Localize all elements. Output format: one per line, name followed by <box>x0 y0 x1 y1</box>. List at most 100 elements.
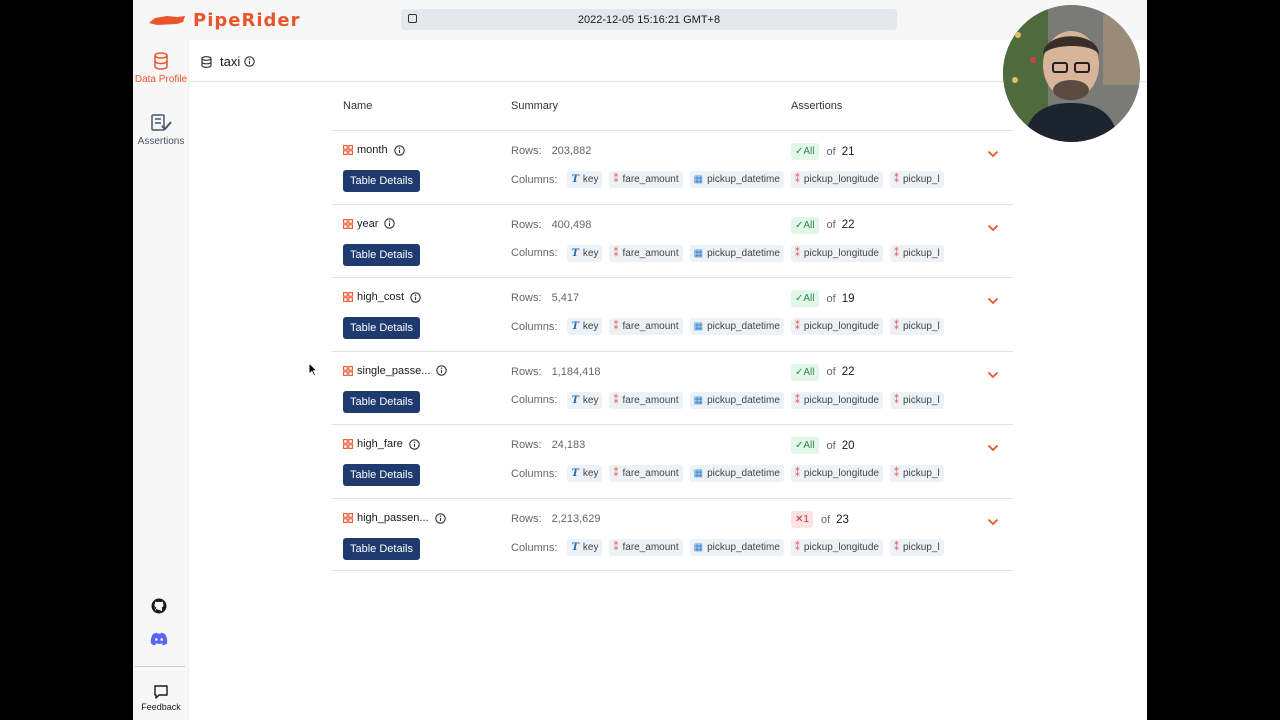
column-chip[interactable]: ⁑ fare_amount <box>609 465 683 483</box>
expand-toggle[interactable] <box>987 513 999 531</box>
rows-value: 5,417 <box>551 292 580 305</box>
column-chip[interactable]: ▦ pickup_datetime <box>689 391 784 409</box>
numeric-type-icon: ⁑ <box>794 468 800 480</box>
column-list: Columns: Tkey ⁑ fare_amount ▦ pickup_datetime… <box>511 465 951 483</box>
column-list: Columns: Tkey ⁑ fare_amount ▦ pickup_datetime… <box>511 171 951 188</box>
logo[interactable]: PipeRider <box>147 8 300 32</box>
column-list: Columns: Tkey ⁑ fare_amount ▦ pickup_datetime… <box>511 244 951 262</box>
expand-toggle[interactable] <box>987 366 999 384</box>
column-chip[interactable]: ⁑ fare_amount <box>609 244 683 262</box>
feedback-button[interactable]: Feedback <box>133 684 189 712</box>
column-name: pickup_l <box>902 174 940 185</box>
table-details-button[interactable]: Table Details <box>343 317 420 340</box>
column-chip[interactable]: ▦ pickup_datetime <box>689 318 784 336</box>
table-details-button[interactable]: Table Details <box>343 538 420 560</box>
presenter-video-image <box>1003 5 1140 142</box>
expand-toggle[interactable] <box>987 145 999 163</box>
column-chip[interactable]: Tkey <box>567 318 603 336</box>
column-chip[interactable]: ⁑ pickup_longitude <box>790 318 883 336</box>
header-summary: Summary <box>511 100 559 112</box>
column-chip[interactable]: ⁑ pickup_longitude <box>790 244 883 262</box>
table-icon <box>343 513 353 523</box>
expand-toggle[interactable] <box>987 219 999 237</box>
column-chip[interactable]: Tkey <box>567 539 603 556</box>
assertion-summary: ✓All of 22 <box>791 363 854 381</box>
of-label: of <box>826 439 836 452</box>
column-chip[interactable]: ⁑ pickup_l <box>889 171 944 188</box>
info-icon[interactable] <box>436 365 448 377</box>
column-chip[interactable]: Tkey <box>567 391 603 409</box>
table-details-button[interactable]: Table Details <box>343 243 420 266</box>
column-chip[interactable]: ⁑ pickup_longitude <box>790 465 883 483</box>
table-row[interactable]: high_cost Table Details Rows: 5,417 Columns:… <box>332 277 1013 352</box>
info-icon[interactable] <box>244 56 255 67</box>
rows-label: Rows: <box>511 365 542 378</box>
numeric-type-icon: ⁑ <box>794 174 800 185</box>
sidebar-divider <box>135 666 185 667</box>
column-chip[interactable]: ⁑ fare_amount <box>609 171 683 188</box>
assertion-summary: ✕1 of 23 <box>791 511 849 528</box>
column-name: key <box>582 321 599 333</box>
breadcrumb[interactable]: taxi <box>201 54 255 69</box>
chevron-down-icon <box>987 518 999 526</box>
table-row[interactable]: year Table Details Rows: 400,498 Columns: Tke… <box>332 203 1013 278</box>
of-label: of <box>826 219 836 232</box>
chevron-down-icon <box>987 298 999 305</box>
row-count: Rows: 2,213,629 <box>511 513 601 525</box>
column-chip[interactable]: ▦ pickup_datetime <box>689 539 784 556</box>
expand-toggle[interactable] <box>987 439 999 457</box>
table-icon <box>343 365 353 376</box>
column-chip[interactable]: ⁑ pickup_l <box>889 318 944 336</box>
column-chip[interactable]: Tkey <box>567 465 603 483</box>
discord-link[interactable] <box>150 632 168 651</box>
table-details-button[interactable]: Table Details <box>343 464 420 487</box>
column-chip[interactable]: ⁑ pickup_l <box>889 244 944 262</box>
table-details-button[interactable]: Table Details <box>343 390 420 413</box>
text-type-icon: T <box>571 542 579 553</box>
column-chip[interactable]: ▦ pickup_datetime <box>689 465 784 483</box>
columns-label: Columns: <box>511 247 558 260</box>
column-chip[interactable]: ⁑ pickup_l <box>889 465 944 483</box>
nav-assertions[interactable]: Assertions <box>133 114 189 149</box>
column-chip[interactable]: ⁑ pickup_longitude <box>790 391 883 409</box>
numeric-type-icon: ⁑ <box>794 542 800 553</box>
table-row[interactable]: high_fare Table Details Rows: 24,183 Columns… <box>332 424 1013 499</box>
info-icon[interactable] <box>434 512 446 524</box>
column-list: Columns: Tkey ⁑ fare_amount ▦ pickup_datetime… <box>511 539 951 556</box>
table-row[interactable]: month Table Details Rows: 203,882 Columns: Tk… <box>332 130 1013 204</box>
info-icon[interactable] <box>409 439 420 450</box>
column-chip[interactable]: ⁑ pickup_longitude <box>790 539 883 556</box>
column-name: pickup_datetime <box>707 468 780 480</box>
github-link[interactable] <box>151 598 167 619</box>
table-details-button[interactable]: Table Details <box>343 170 420 192</box>
info-icon[interactable] <box>410 291 421 303</box>
run-datetime-bar[interactable]: 2022-12-05 15:16:21 GMT+8 <box>401 9 897 30</box>
column-chip[interactable]: ▦ pickup_datetime <box>689 244 784 262</box>
column-chip[interactable]: ⁑ pickup_l <box>889 391 944 409</box>
rows-value: 203,882 <box>551 145 592 157</box>
chevron-down-icon <box>987 224 999 231</box>
expand-toggle[interactable] <box>987 292 999 310</box>
webcam-overlay <box>1003 5 1140 142</box>
table-name-cell: high_cost <box>343 291 421 303</box>
rows-value: 24,183 <box>551 439 586 452</box>
rows-label: Rows: <box>511 292 542 305</box>
info-icon[interactable] <box>393 144 405 156</box>
column-chip[interactable]: ⁑ pickup_longitude <box>790 171 883 188</box>
rows-value: 400,498 <box>551 218 592 231</box>
nav-data-profile[interactable]: Data Profile <box>133 52 189 87</box>
table-row[interactable]: high_passen... Table Details Rows: 2,213,62… <box>332 498 1013 572</box>
text-type-icon: T <box>571 247 579 259</box>
table-row[interactable]: single_passe... Table Details Rows: 1,184,4… <box>332 350 1013 425</box>
assertion-status-badge: ✓All <box>791 290 819 308</box>
column-chip[interactable]: ⁑ pickup_l <box>889 539 944 556</box>
column-chip[interactable]: ⁑ fare_amount <box>609 391 683 409</box>
column-chip[interactable]: ⁑ fare_amount <box>609 539 683 556</box>
column-chip[interactable]: Tkey <box>567 244 603 262</box>
numeric-type-icon: ⁑ <box>613 321 619 333</box>
column-chip[interactable]: ▦ pickup_datetime <box>689 171 784 188</box>
header-assertions: Assertions <box>791 100 843 112</box>
info-icon[interactable] <box>384 218 396 229</box>
column-chip[interactable]: ⁑ fare_amount <box>609 318 683 336</box>
column-chip[interactable]: Tkey <box>567 171 603 188</box>
